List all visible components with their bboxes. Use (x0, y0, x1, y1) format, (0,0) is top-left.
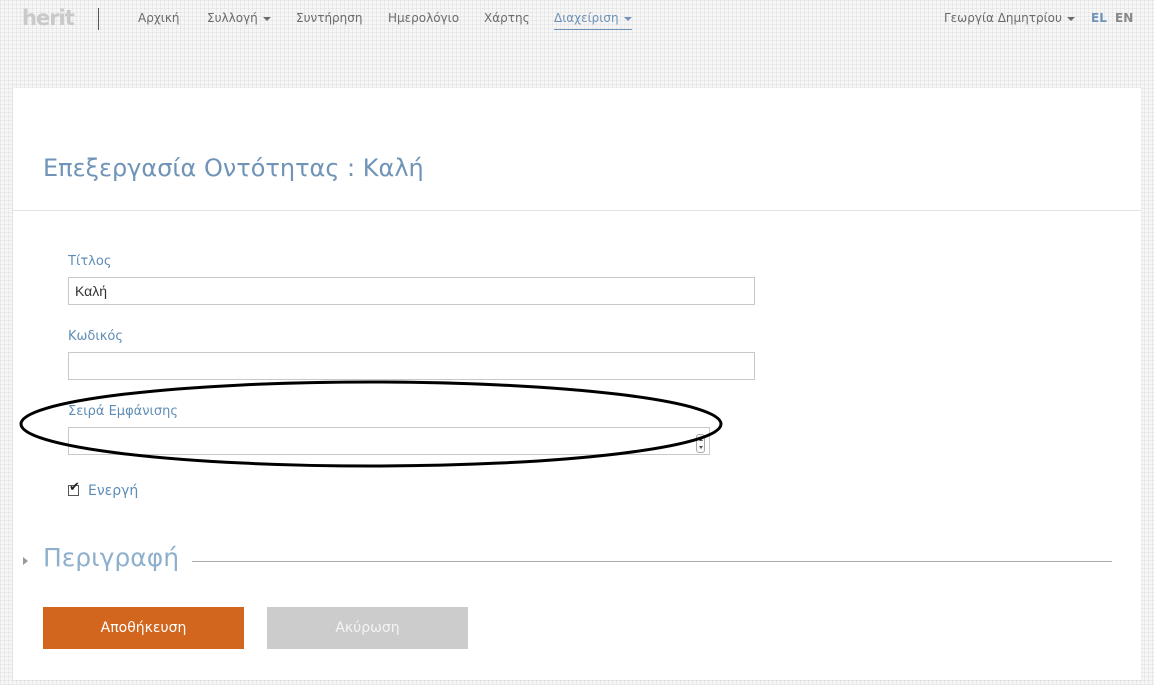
chevron-down-icon (623, 16, 632, 21)
title-input[interactable] (68, 277, 755, 305)
display-order-label: Σειρά Εμφάνισης (68, 404, 178, 419)
user-menu[interactable]: Γεωργία Δημητρίου (944, 11, 1075, 25)
code-label: Κωδικός (68, 329, 124, 344)
user-name: Γεωργία Δημητρίου (944, 11, 1062, 25)
herit-logo[interactable]: herit (22, 6, 75, 30)
edit-entity-panel: Επεξεργασία Οντότητας : Καλή Τίτλος Κωδι… (13, 88, 1141, 680)
cancel-button[interactable]: Ακύρωση (267, 607, 468, 649)
lang-el-link[interactable]: EL (1091, 11, 1107, 25)
nav-item-label: Χάρτης (484, 11, 530, 25)
chevron-down-icon (1066, 16, 1075, 21)
nav-item-calendar[interactable]: Ημερολόγιο (388, 11, 459, 25)
number-spinner[interactable] (696, 434, 705, 453)
title-label: Τίτλος (68, 254, 112, 269)
spinner-up-icon[interactable] (699, 438, 703, 441)
section-divider (192, 561, 1112, 562)
lang-en-link[interactable]: EN (1115, 11, 1133, 25)
annotation-ellipse (19, 380, 723, 468)
save-button[interactable]: Αποθήκευση (43, 607, 244, 649)
nav-item-label: Διαχείριση (554, 11, 619, 25)
checkmark-icon: ✔ (69, 480, 80, 495)
top-navbar: herit Αρχική Συλλογή Συντήρηση Ημερολόγι… (0, 0, 1154, 40)
active-checkbox[interactable]: ✔ (68, 481, 80, 496)
nav-item-label: Συντήρηση (296, 11, 363, 25)
nav-item-label: Αρχική (138, 11, 180, 25)
active-checkbox-label[interactable]: Ενεργή (88, 483, 138, 499)
chevron-right-icon[interactable] (23, 557, 28, 565)
nav-item-map[interactable]: Χάρτης (484, 11, 530, 25)
logo-divider (98, 8, 99, 30)
display-order-input[interactable] (68, 427, 710, 455)
code-input[interactable] (68, 352, 755, 380)
nav-item-label: Συλλογή (207, 11, 258, 25)
page-title: Επεξεργασία Οντότητας : Καλή (43, 154, 424, 182)
spinner-down-icon[interactable] (699, 446, 703, 449)
nav-item-home[interactable]: Αρχική (138, 11, 180, 25)
title-divider (13, 210, 1141, 211)
nav-item-label: Ημερολόγιο (388, 11, 460, 25)
nav-item-administration[interactable]: Διαχείριση (554, 11, 632, 30)
description-section-toggle[interactable]: Περιγραφή (43, 543, 179, 572)
nav-item-collection[interactable]: Συλλογή (207, 11, 271, 25)
chevron-down-icon (262, 16, 271, 21)
nav-item-conservation[interactable]: Συντήρηση (296, 11, 363, 25)
